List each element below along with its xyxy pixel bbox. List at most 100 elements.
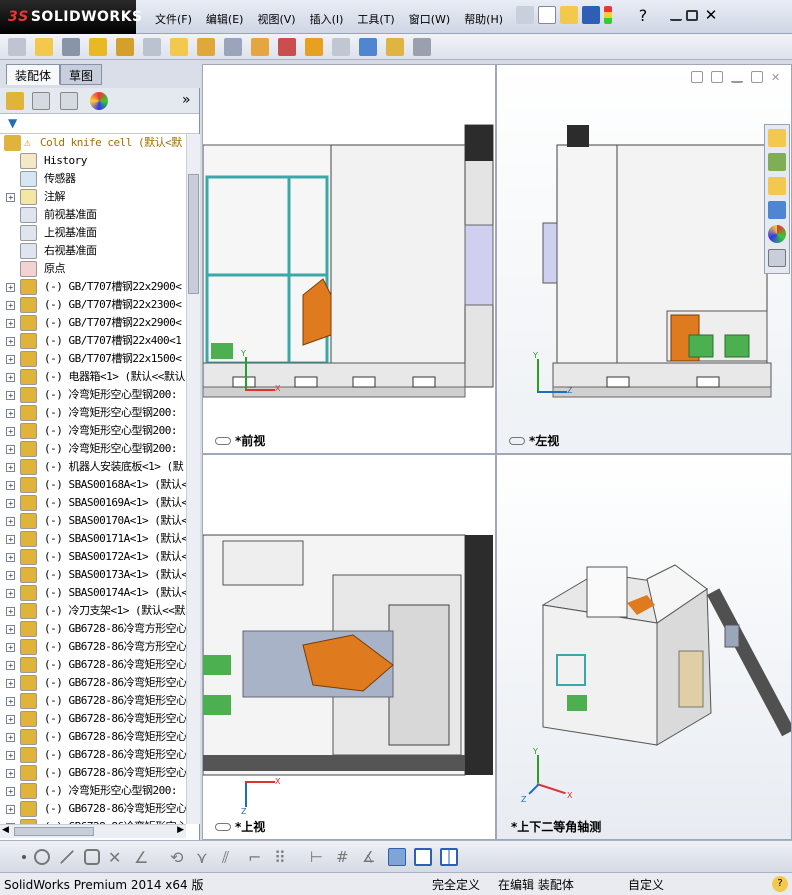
rebuild-traffic-light-icon[interactable] <box>604 6 612 24</box>
construction-line-icon[interactable]: ⫽ <box>222 848 240 867</box>
reference-geometry-icon[interactable] <box>224 38 242 56</box>
minimize-icon[interactable] <box>670 9 682 21</box>
expand-icon[interactable]: + <box>6 715 15 724</box>
expand-icon[interactable]: + <box>6 373 15 382</box>
view-link-icon[interactable] <box>215 437 231 445</box>
new-document-icon[interactable] <box>538 6 556 24</box>
scroll-thumb-h[interactable] <box>14 827 94 836</box>
expand-icon[interactable]: + <box>6 751 15 760</box>
expand-panel-icon[interactable]: » <box>182 92 191 108</box>
tab-sketch[interactable]: 草图 <box>60 64 103 85</box>
tab-assembly[interactable]: 装配体 <box>6 64 61 85</box>
status-custom[interactable]: 自定义 <box>628 876 664 893</box>
menu-help[interactable]: 帮助(H) <box>457 9 510 29</box>
tree-horizontal-scrollbar[interactable]: ◀ ▶ <box>0 824 186 838</box>
edit-component-icon[interactable] <box>8 38 26 56</box>
tree-item[interactable]: 右视基准面 <box>0 242 186 260</box>
solidworks-resources-icon[interactable] <box>768 129 786 147</box>
corner-rectangle-icon[interactable]: ⌐ <box>248 848 266 867</box>
design-library-icon[interactable] <box>768 153 786 171</box>
tree-item[interactable]: + (-) GB6728-86冷弯矩形空心 <box>0 692 186 710</box>
custom-properties-icon[interactable] <box>768 249 786 267</box>
tree-item[interactable]: + (-) GB6728-86冷弯方形空心 <box>0 620 186 638</box>
tree-item[interactable]: + (-) GB/T707槽钢22x2900< <box>0 314 186 332</box>
menu-window[interactable]: 窗口(W) <box>402 9 457 29</box>
view-nav-icon[interactable] <box>711 71 723 83</box>
pin-icon[interactable] <box>516 6 534 24</box>
viewport-front[interactable]: X Y *前视 <box>202 64 496 454</box>
tree-item[interactable]: + 注解 <box>0 188 186 206</box>
solidworks-logo[interactable]: 3S SOLIDWORKS <box>0 0 142 34</box>
expand-icon[interactable]: + <box>6 571 15 580</box>
tree-item[interactable]: 前视基准面 <box>0 206 186 224</box>
tree-item[interactable]: + (-) GB/T707槽钢22x400<1 <box>0 332 186 350</box>
expand-icon[interactable]: + <box>6 499 15 508</box>
insert-components-icon[interactable] <box>35 38 53 56</box>
expand-icon[interactable]: + <box>6 787 15 796</box>
tree-item[interactable]: + (-) SBAS00174A<1> (默认< <box>0 584 186 602</box>
sketch-grid-icon[interactable]: ⠿ <box>274 848 292 867</box>
tree-item[interactable]: + (-) GB6728-86冷弯矩形空心 <box>0 674 186 692</box>
expand-icon[interactable]: + <box>6 733 15 742</box>
cube-view-icon[interactable] <box>388 848 406 866</box>
tree-item[interactable]: 原点 <box>0 260 186 278</box>
tree-vertical-scrollbar[interactable] <box>186 134 200 824</box>
expand-icon[interactable]: + <box>6 301 15 310</box>
filter-icon[interactable]: ▼ <box>8 116 17 130</box>
expand-icon[interactable]: + <box>6 517 15 526</box>
expand-icon[interactable]: + <box>6 355 15 364</box>
restore-icon[interactable] <box>686 9 698 21</box>
close-icon[interactable]: ✕ <box>702 6 720 24</box>
hole-alignment-icon[interactable] <box>413 38 431 56</box>
bill-of-materials-icon[interactable] <box>278 38 296 56</box>
featuremanager-tree-icon[interactable] <box>6 92 24 110</box>
expand-icon[interactable]: + <box>6 589 15 598</box>
propertymanager-icon[interactable] <box>32 92 50 110</box>
expand-icon[interactable]: + <box>6 607 15 616</box>
tree-item[interactable]: + (-) SBAS00171A<1> (默认< <box>0 530 186 548</box>
tree-item[interactable]: + (-) SBAS00173A<1> (默认< <box>0 566 186 584</box>
viewport-left[interactable]: ✕ Z Y *左视 <box>496 64 792 454</box>
expand-icon[interactable]: + <box>6 697 15 706</box>
tree-item[interactable]: History <box>0 152 186 170</box>
restore-view-icon[interactable] <box>751 71 763 83</box>
tree-item[interactable]: + (-) 机器人安装底板<1> (默 <box>0 458 186 476</box>
tree-item[interactable]: + (-) GB/T707槽钢22x1500< <box>0 350 186 368</box>
tree-item[interactable]: 传感器 <box>0 170 186 188</box>
expand-icon[interactable]: + <box>6 625 15 634</box>
expand-icon[interactable]: + <box>6 427 15 436</box>
assembly-features-icon[interactable] <box>197 38 215 56</box>
extend-icon[interactable]: ∠ <box>134 848 152 867</box>
expand-icon[interactable]: + <box>6 337 15 346</box>
view-link-icon[interactable] <box>509 437 525 445</box>
configurationmanager-icon[interactable] <box>60 92 78 110</box>
tree-item[interactable]: + (-) SBAS00172A<1> (默认< <box>0 548 186 566</box>
expand-icon[interactable]: + <box>6 769 15 778</box>
tree-item[interactable]: + (-) 冷弯矩形空心型钢200: <box>0 404 186 422</box>
expand-icon[interactable]: + <box>6 679 15 688</box>
tree-item[interactable]: + (-) 冷弯矩形空心型钢200: <box>0 422 186 440</box>
view-link-icon[interactable] <box>215 823 231 831</box>
tree-item[interactable]: + (-) 冷弯矩形空心型钢200: <box>0 386 186 404</box>
link-views-icon[interactable] <box>691 71 703 83</box>
appearances-icon[interactable] <box>768 225 786 243</box>
tree-item[interactable]: + (-) GB/T707槽钢22x2300< <box>0 296 186 314</box>
tree-item[interactable]: + (-) GB6728-86冷弯矩形空心 <box>0 656 186 674</box>
four-view-icon[interactable] <box>440 848 458 866</box>
expand-icon[interactable]: + <box>6 535 15 544</box>
tree-item[interactable]: + (-) GB6728-86冷弯矩形空心 <box>0 728 186 746</box>
tree-item[interactable]: + (-) GB6728-86冷弯矩形空心 <box>0 710 186 728</box>
trim-icon[interactable]: ✕ <box>108 848 126 867</box>
polygon-icon[interactable] <box>84 849 100 865</box>
help-icon[interactable]: ? <box>634 6 652 25</box>
minimize-view-icon[interactable] <box>731 71 743 83</box>
offset-icon[interactable]: ⟲ <box>170 848 188 867</box>
scroll-right-icon[interactable]: ▶ <box>177 825 184 835</box>
expand-icon[interactable]: + <box>6 409 15 418</box>
tree-item[interactable]: + (-) GB6728-86冷弯矩形空心 <box>0 746 186 764</box>
expand-icon[interactable]: + <box>6 283 15 292</box>
file-explorer-icon[interactable] <box>768 177 786 195</box>
menu-file[interactable]: 文件(F) <box>148 9 199 29</box>
clearance-verification-icon[interactable] <box>386 38 404 56</box>
linear-pattern-icon[interactable] <box>89 38 107 56</box>
